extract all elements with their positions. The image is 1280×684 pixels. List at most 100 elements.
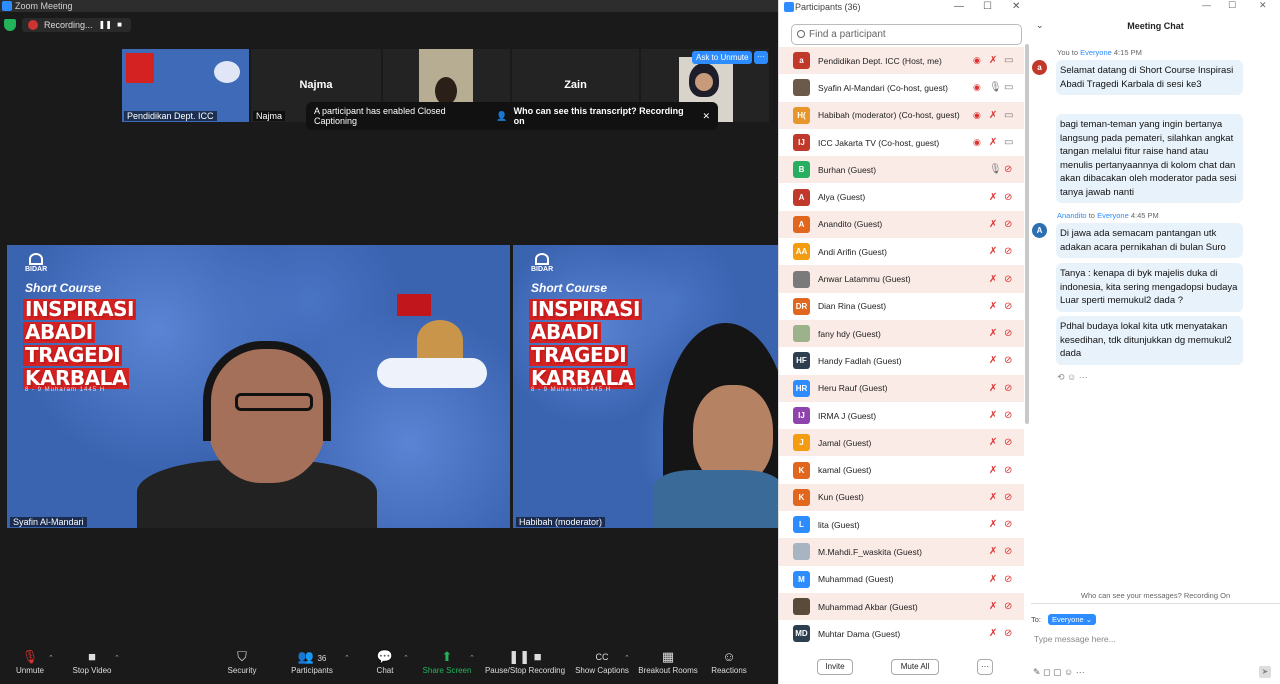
participant-row[interactable]: H(Habibah (moderator) (Co-host, guest) ◉ ✗… (779, 101, 1024, 129)
participant-row[interactable]: fany hdy (Guest) ✗ ⊘ (779, 319, 1024, 348)
video-off-icon[interactable]: ⊘ (1004, 519, 1012, 530)
participant-row[interactable]: J Jamal (Guest) ✗ ⊘ (779, 429, 1024, 457)
participant-row[interactable]: A Anandito (Guest) ✗ ⊘ (779, 210, 1024, 239)
video-off-icon[interactable]: ⊘ (1004, 219, 1012, 230)
video-off-icon[interactable]: ⊘ (1004, 192, 1012, 203)
mic-muted-icon[interactable]: ✗ (989, 219, 997, 230)
mic-muted-icon[interactable]: ✗ (989, 55, 997, 66)
video-off-icon[interactable]: ⊘ (1004, 628, 1012, 639)
participant-row[interactable]: MD Muhtar Dama (Guest) ✗ ⊘ (779, 620, 1024, 648)
participants-button[interactable]: 👥 36 Participants ⌃ (272, 648, 352, 675)
message-actions[interactable]: ⟲ ☺ ··· (1057, 372, 1088, 383)
participant-row[interactable]: Anwar Latammu (Guest) ✗ ⊘ (779, 265, 1024, 293)
video-tile-moderator[interactable]: BIDAR Short Course INSPIRASI ABADI TRAGE… (513, 245, 778, 528)
more-options-button[interactable]: ··· (754, 51, 768, 64)
participant-row[interactable]: M.Mahdi.F_waskita (Guest) ✗ ⊘ (779, 538, 1024, 566)
participant-row[interactable]: Kkamal (Guest) ✗ ⊘ (779, 456, 1024, 484)
mic-muted-icon[interactable]: ✗ (989, 465, 997, 476)
mic-muted-icon[interactable]: ✗ (989, 492, 997, 503)
mic-muted-icon[interactable]: ✗ (989, 301, 997, 312)
mic-muted-icon[interactable]: ✗ (989, 410, 997, 421)
video-off-icon[interactable]: ⊘ (1004, 274, 1012, 285)
more-options-button[interactable]: ··· (977, 659, 993, 675)
video-off-icon[interactable]: ⊘ (1004, 246, 1012, 257)
video-off-icon[interactable]: ⊘ (1004, 546, 1012, 557)
mic-muted-icon[interactable]: ✗ (989, 546, 997, 557)
video-off-icon[interactable]: ⊘ (1004, 437, 1012, 448)
video-off-icon[interactable]: ⊘ (1004, 355, 1012, 366)
participant-row[interactable]: Muhammad Akbar (Guest) ✗ ⊘ (779, 592, 1024, 621)
participant-row[interactable]: Syafin Al-Mandari (Co-host, guest) ◉ 🎙 ▭ (779, 74, 1024, 102)
pause-stop-recording-button[interactable]: ❚❚ ■ Pause/Stop Recording (480, 648, 570, 675)
invite-button[interactable]: Invite (817, 659, 853, 675)
chat-message[interactable]: Selamat datang di Short Course Inspirasi… (1056, 60, 1243, 95)
mic-muted-icon[interactable]: ✗ (989, 574, 997, 585)
mic-muted-icon[interactable]: ✗ (989, 137, 997, 148)
chat-message[interactable]: Tanya : kenapa di byk majelis duka di in… (1056, 263, 1243, 312)
video-off-icon[interactable]: ⊘ (1004, 328, 1012, 339)
thumbnail-pendidikan[interactable]: Pendidikan Dept. ICC (122, 49, 249, 122)
video-camera-icon[interactable]: ▭ (1004, 137, 1013, 148)
recipient-dropdown[interactable]: Everyone ⌄ (1048, 614, 1097, 625)
mic-muted-icon[interactable]: ✗ (989, 246, 997, 257)
close-icon[interactable]: ✕ (1259, 0, 1267, 11)
chat-message[interactable]: Di jawa ada semacam pantangan utk adakan… (1056, 223, 1243, 258)
participant-row[interactable]: IJ ICC Jakarta TV (Co-host, guest) ◉ ✗ ▭ (779, 128, 1024, 157)
participant-row[interactable]: A Alya (Guest) ✗ ⊘ (779, 183, 1024, 211)
mic-muted-icon[interactable]: ✗ (989, 383, 997, 394)
cc-banner-link[interactable]: Who can see this transcript? Recording o… (514, 106, 697, 126)
chat-message[interactable]: bagi teman-teman yang ingin bertanya lan… (1056, 114, 1243, 203)
send-icon[interactable]: ➤ (1259, 666, 1271, 678)
stop-video-button[interactable]: ■ Stop Video ⌃ (52, 648, 132, 675)
video-off-icon[interactable]: ⊘ (1004, 301, 1012, 312)
stop-recording-icon[interactable]: ■ (115, 20, 125, 30)
close-icon[interactable]: ✕ (1012, 0, 1020, 14)
mic-muted-icon[interactable]: ✗ (989, 628, 997, 639)
participant-row[interactable]: M Muhammad (Guest) ✗ ⊘ (779, 565, 1024, 593)
share-screen-button[interactable]: ⬆ Share Screen ⌃ (407, 648, 487, 675)
video-off-icon[interactable]: ⊘ (1004, 601, 1012, 612)
chat-visibility-notice[interactable]: Who can see your messages? Recording On (1031, 591, 1280, 600)
chevron-up-icon[interactable]: ⌃ (114, 654, 120, 662)
video-tile-speaker[interactable]: BIDAR Short Course INSPIRASI ABADI TRAGE… (7, 245, 510, 528)
participant-row[interactable]: DR Dian Rina (Guest) ✗ ⊘ (779, 292, 1024, 320)
security-shield-icon[interactable] (4, 19, 16, 31)
chat-message-input[interactable]: Type message here... (1034, 634, 1116, 644)
participant-row[interactable]: IJ IRMA J (Guest) ✗ ⊘ (779, 401, 1024, 430)
scrollbar[interactable] (1025, 44, 1029, 424)
participant-row[interactable]: K Kun (Guest) ✗ ⊘ (779, 483, 1024, 512)
minimize-icon[interactable]: — (1202, 0, 1211, 10)
video-off-icon[interactable]: ⊘ (1004, 383, 1012, 394)
mic-icon[interactable]: 🎙 (989, 164, 1002, 175)
participant-row[interactable]: HR Heru Rauf (Guest) ✗ ⊘ (779, 374, 1024, 402)
participant-row[interactable]: AA Andi Arifin (Guest) ✗ ⊘ (779, 238, 1024, 266)
mic-muted-icon[interactable]: ✗ (989, 328, 997, 339)
chevron-up-icon[interactable]: ⌃ (469, 654, 475, 662)
video-off-icon[interactable]: ⊘ (1004, 465, 1012, 476)
chat-message[interactable]: Pdhal budaya lokal kita utk menyatakan k… (1056, 316, 1243, 365)
mic-muted-icon[interactable]: ✗ (989, 355, 997, 366)
video-off-icon[interactable]: ⊘ (1004, 492, 1012, 503)
pause-recording-icon[interactable]: ❚❚ (99, 20, 112, 30)
video-camera-icon[interactable]: ▭ (1004, 55, 1013, 66)
mic-muted-icon[interactable]: ✗ (989, 274, 997, 285)
mic-muted-icon[interactable]: ✗ (989, 601, 997, 612)
reactions-button[interactable]: ☺ Reactions (689, 648, 769, 675)
participant-row[interactable]: HF Handy Fadlah (Guest) ✗ ⊘ (779, 347, 1024, 375)
participant-row[interactable]: Llita (Guest) ✗ ⊘ (779, 511, 1024, 539)
mic-muted-icon[interactable]: ✗ (989, 437, 997, 448)
participant-row[interactable]: B Burhan (Guest) 🎙 ⊘ (779, 156, 1024, 184)
maximize-icon[interactable]: ☐ (1228, 0, 1236, 11)
close-icon[interactable]: ✕ (702, 111, 710, 122)
video-camera-icon[interactable]: ▭ (1004, 82, 1013, 93)
security-button[interactable]: ⛉ Security (202, 648, 282, 675)
participant-row[interactable]: a Pendidikan Dept. ICC (Host, me) ◉ ✗ ▭ (779, 47, 1024, 75)
maximize-icon[interactable]: ☐ (983, 0, 992, 14)
video-off-icon[interactable]: ⊘ (1004, 574, 1012, 585)
mic-muted-icon[interactable]: ✗ (989, 192, 997, 203)
video-camera-icon[interactable]: ▭ (1004, 110, 1013, 121)
ask-to-unmute-button[interactable]: Ask to Unmute (692, 51, 753, 64)
mic-muted-icon[interactable]: ✗ (989, 519, 997, 530)
mute-all-button[interactable]: Mute All (891, 659, 939, 675)
minimize-icon[interactable]: — (954, 0, 964, 14)
